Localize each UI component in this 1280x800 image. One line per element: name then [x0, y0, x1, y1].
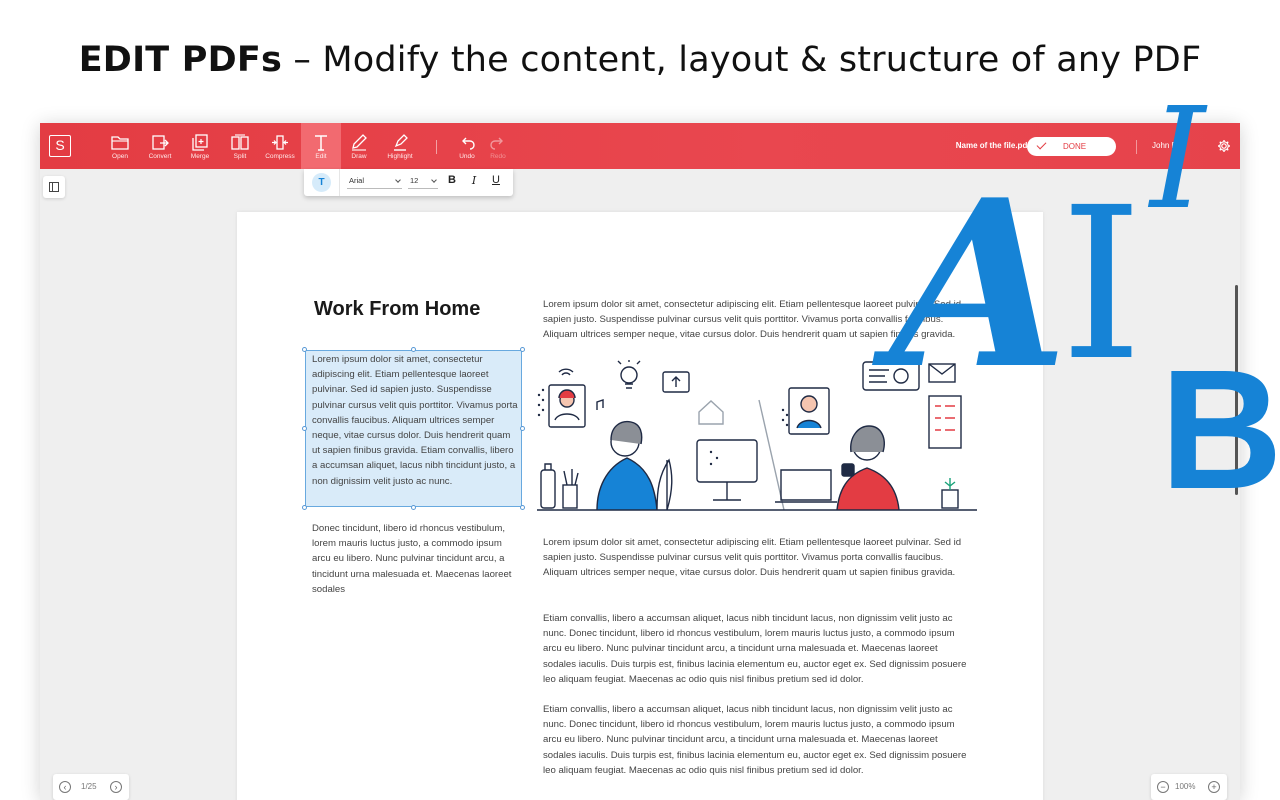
file-name[interactable]: Name of the file.pdf	[910, 141, 1030, 150]
split-label: Split	[233, 153, 247, 160]
open-label: Open	[112, 153, 128, 160]
bold-button[interactable]: B	[445, 174, 459, 186]
sidebar-icon	[49, 182, 59, 192]
promo-headline: EDIT PDFs – Modify the content, layout &…	[0, 40, 1280, 80]
underline-button[interactable]: U	[489, 174, 503, 186]
zoom-out-button[interactable]: −	[1157, 781, 1169, 793]
text-tool-icon[interactable]: T	[312, 173, 331, 192]
next-page-button[interactable]: ›	[110, 781, 122, 793]
split-icon	[231, 134, 249, 150]
right-paragraph-2[interactable]: Lorem ipsum dolor sit amet, consectetur …	[543, 535, 973, 581]
chevron-down-icon	[395, 177, 401, 183]
compress-icon	[272, 135, 288, 150]
resize-handle[interactable]	[520, 347, 525, 352]
decorative-letter-i-italic: I	[1150, 78, 1206, 241]
resize-handle[interactable]	[520, 505, 525, 510]
resize-handle[interactable]	[302, 426, 307, 431]
header-divider	[1136, 140, 1137, 154]
draw-button[interactable]: Draw	[339, 123, 379, 169]
zoom-level: 100%	[1175, 782, 1196, 791]
app-logo[interactable]: S	[49, 135, 71, 157]
page-navigator: ‹ 1/25 ›	[53, 774, 129, 800]
right-paragraph-4[interactable]: Etiam convallis, libero a accumsan aliqu…	[543, 702, 973, 778]
chevron-down-icon	[431, 177, 437, 183]
redo-button[interactable]: Redo	[478, 123, 518, 169]
convert-icon	[152, 135, 169, 150]
gear-icon[interactable]	[1217, 139, 1231, 153]
resize-handle[interactable]	[302, 505, 307, 510]
left-paragraph[interactable]: Donec tincidunt, libero id rhoncus vesti…	[312, 521, 512, 597]
compress-label: Compress	[265, 153, 295, 160]
resize-handle[interactable]	[411, 505, 416, 510]
convert-button[interactable]: Convert	[140, 123, 180, 169]
font-family-select[interactable]: Arial	[347, 176, 402, 189]
format-divider	[339, 169, 340, 196]
compress-button[interactable]: Compress	[260, 123, 300, 169]
folder-icon	[111, 136, 129, 150]
merge-button[interactable]: Merge	[180, 123, 220, 169]
font-size-select[interactable]: 12	[408, 176, 438, 189]
right-paragraph-3[interactable]: Etiam convallis, libero a accumsan aliqu…	[543, 611, 973, 687]
open-button[interactable]: Open	[100, 123, 140, 169]
pencil-icon	[352, 134, 367, 151]
headline-rest: – Modify the content, layout & structure…	[282, 40, 1202, 80]
undo-icon	[462, 137, 475, 150]
font-size-value: 12	[410, 176, 419, 185]
page-indicator: 1/25	[81, 782, 97, 791]
draw-label: Draw	[351, 153, 367, 160]
italic-button[interactable]: I	[467, 174, 481, 187]
split-button[interactable]: Split	[220, 123, 260, 169]
convert-label: Convert	[148, 153, 172, 160]
highlighter-icon	[394, 134, 408, 151]
edit-label: Edit	[315, 153, 327, 160]
prev-page-button[interactable]: ‹	[59, 781, 71, 793]
edit-button[interactable]: Edit	[301, 123, 341, 169]
text-format-toolbar: T Arial 12 B I U	[304, 169, 513, 196]
resize-handle[interactable]	[302, 347, 307, 352]
font-family-value: Arial	[349, 176, 365, 185]
decorative-letter-b: B	[1160, 335, 1280, 525]
zoom-control: − 100% +	[1151, 774, 1227, 800]
toolbar-divider	[436, 140, 437, 154]
redo-icon	[490, 137, 503, 150]
redo-label: Redo	[490, 153, 506, 160]
sidebar-toggle-button[interactable]	[43, 176, 65, 198]
check-icon	[1036, 139, 1047, 150]
resize-handle[interactable]	[520, 426, 525, 431]
headline-bold: EDIT PDFs	[78, 40, 282, 80]
highlight-label: Highlight	[387, 153, 413, 160]
highlight-button[interactable]: Highlight	[380, 123, 420, 169]
merge-label: Merge	[190, 153, 210, 160]
selected-paragraph[interactable]: Lorem ipsum dolor sit amet, consectetur …	[312, 352, 518, 489]
document-title[interactable]: Work From Home	[314, 298, 480, 321]
decorative-letter-a: A	[890, 150, 1069, 420]
text-edit-icon	[315, 135, 327, 151]
merge-icon	[192, 134, 208, 151]
decorative-letter-i: I	[1060, 162, 1143, 407]
zoom-in-button[interactable]: +	[1208, 781, 1220, 793]
